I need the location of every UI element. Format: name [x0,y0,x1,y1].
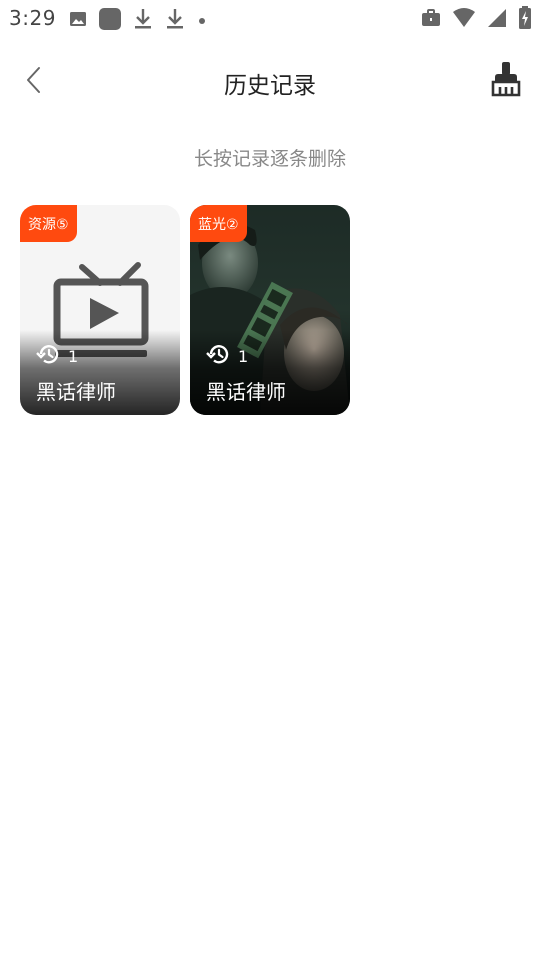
battery-charging-icon [518,6,532,34]
source-badge: 资源⑤ [20,205,77,242]
briefcase-icon [420,7,442,33]
system-icons [420,6,532,34]
history-icon [36,342,62,370]
status-time: 3:29 [9,6,56,30]
app-square-icon [98,7,122,35]
notification-icons [68,7,208,35]
signal-icon [486,7,508,33]
page-title: 历史记录 [224,73,316,99]
dot-icon [196,12,208,31]
watch-count: 1 [238,346,249,366]
history-card[interactable]: 资源⑤ 1 黑话律师 [20,205,180,415]
clear-history-button[interactable] [486,60,526,102]
image-icon [68,9,88,33]
broom-icon [490,61,522,101]
header: 历史记录 [0,36,540,126]
history-card[interactable]: 蓝光② 1 黑话律师 [190,205,350,415]
delete-hint: 长按记录逐条删除 [193,148,346,170]
status-bar: 3:29 [0,0,540,36]
download-icon [132,7,154,35]
card-title: 黑话律师 [36,380,116,404]
watch-count: 1 [68,346,79,366]
history-icon [206,342,232,370]
watch-history: 1 [206,342,248,370]
history-grid: 资源⑤ 1 黑话律师 蓝光② 1 黑话律师 [20,205,350,415]
card-title: 黑话律师 [206,380,286,404]
wifi-icon [452,7,476,33]
watch-history: 1 [36,342,78,370]
download-icon [164,7,186,35]
source-badge: 蓝光② [190,205,247,242]
